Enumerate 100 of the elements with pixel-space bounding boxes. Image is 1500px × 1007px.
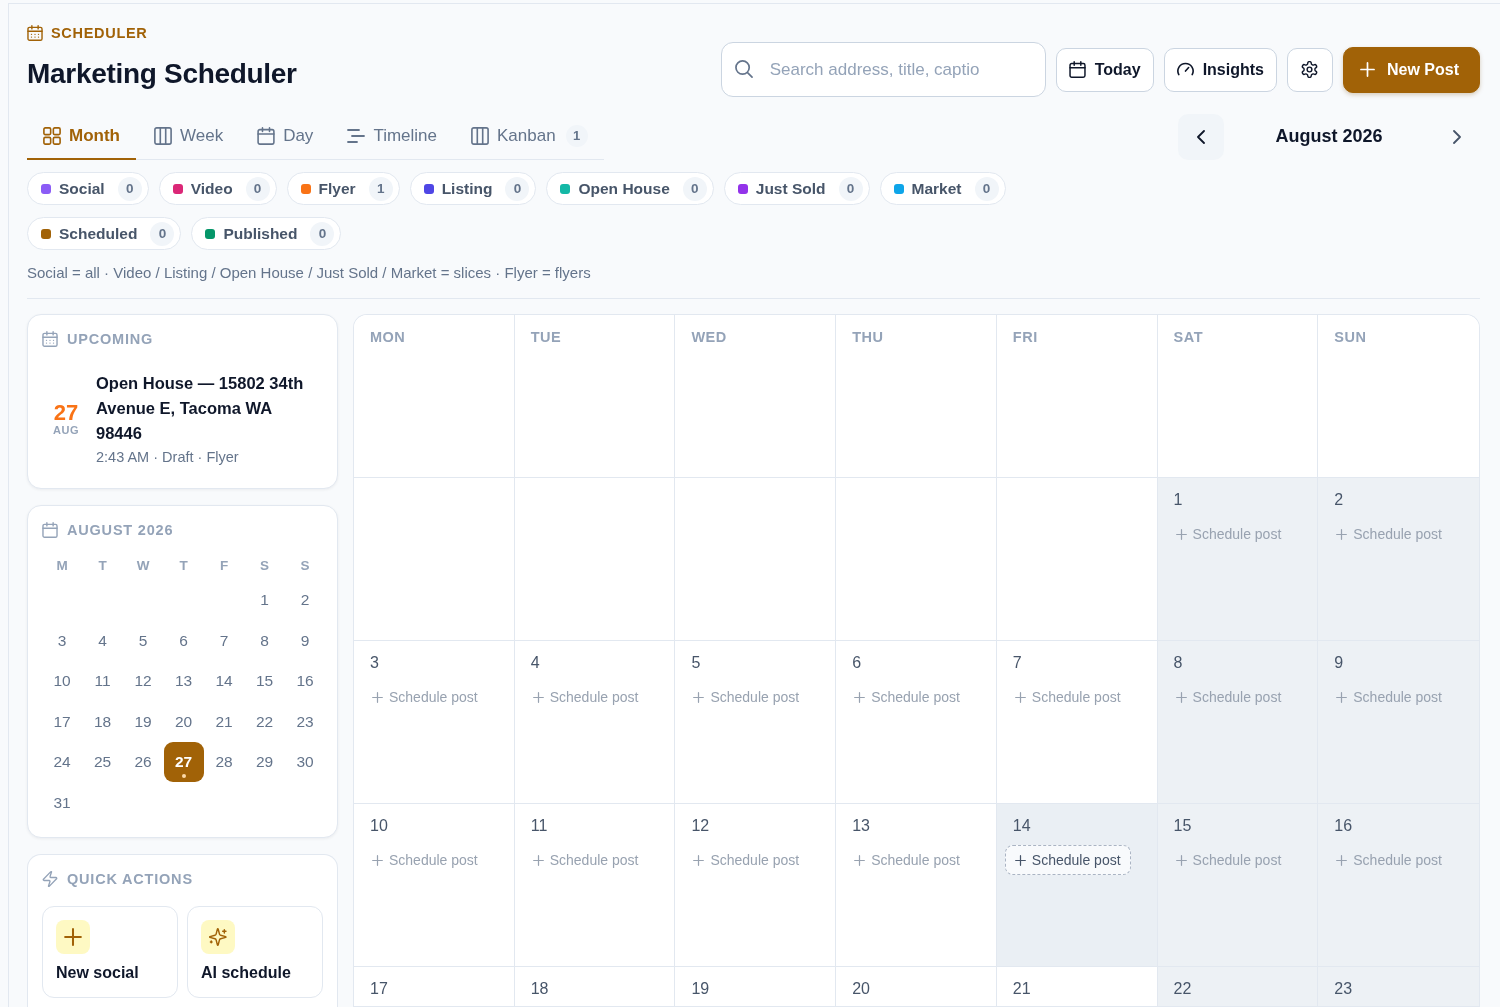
count-badge: 0 <box>974 176 999 201</box>
weekday-letter: T <box>97 557 108 575</box>
calendar-date[interactable]: 22 <box>244 701 285 742</box>
schedule-post-button[interactable]: Schedule post <box>362 845 488 875</box>
filter-chip[interactable]: Open House 0 <box>546 172 714 205</box>
calendar-date[interactable]: 31 <box>42 782 82 823</box>
filter-chip[interactable]: Listing 0 <box>409 172 537 205</box>
card-heading: UPCOMING <box>67 331 154 347</box>
plus-icon <box>693 854 705 866</box>
weekday-label: TUE <box>529 328 562 347</box>
day-number: 23 <box>1333 979 1353 999</box>
schedule-post-button[interactable]: Schedule post <box>844 845 970 875</box>
insights-button[interactable]: Insights <box>1163 47 1277 92</box>
calendar-date[interactable]: 24 <box>42 742 82 782</box>
page-title: Marketing Scheduler <box>27 57 297 91</box>
plus-icon <box>372 854 383 866</box>
calendar-date[interactable]: 23 <box>285 701 325 742</box>
day-number: 9 <box>1333 653 1344 673</box>
calendar-date[interactable]: 5 <box>123 620 163 661</box>
plus-icon <box>1175 854 1187 866</box>
day-number: 1 <box>1172 490 1183 510</box>
schedule-post-button[interactable]: Schedule post <box>522 682 649 712</box>
schedule-post-button[interactable]: Schedule post <box>1004 682 1131 712</box>
day-number: 18 <box>529 979 549 999</box>
calendar-date[interactable]: 3 <box>42 620 82 661</box>
schedule-post-button[interactable]: Schedule post <box>683 682 810 712</box>
calendar-date[interactable]: 14 <box>204 661 244 701</box>
gauge-icon <box>1176 61 1194 78</box>
calendar-date[interactable]: 12 <box>123 661 163 701</box>
plus-icon <box>532 854 544 866</box>
previous-month-button[interactable] <box>1178 113 1224 160</box>
settings-button[interactable] <box>1287 47 1333 92</box>
calendar-date[interactable]: 18 <box>82 701 123 742</box>
count-badge: 0 <box>150 221 175 246</box>
weekday-letter: F <box>218 557 230 575</box>
calendar-date[interactable]: 29 <box>244 742 285 782</box>
weekday-label: SUN <box>1333 328 1367 347</box>
plus-icon <box>1360 62 1375 77</box>
today-button[interactable]: Today <box>1055 47 1154 92</box>
calendar-date[interactable]: 16 <box>285 661 325 701</box>
schedule-post-button[interactable]: Schedule post <box>1004 845 1131 875</box>
schedule-post-button[interactable]: Schedule post <box>683 845 810 875</box>
plus-icon <box>693 691 705 703</box>
quick-action-tile[interactable]: AI schedule <box>187 905 323 998</box>
count-badge: 0 <box>245 176 270 201</box>
filter-chip[interactable]: Published 0 <box>191 217 342 250</box>
calendar-date[interactable]: 19 <box>123 701 163 742</box>
filter-chip[interactable]: Scheduled 0 <box>27 217 182 250</box>
staggered-lines-icon <box>347 126 366 145</box>
date-month: AUG <box>53 424 79 437</box>
calendar-icon <box>42 331 58 347</box>
calendar-date[interactable]: 21 <box>204 701 244 742</box>
schedule-post-button[interactable]: Schedule post <box>844 682 970 712</box>
schedule-post-button[interactable]: Schedule post <box>362 682 488 712</box>
view-tab[interactable]: Kanban 1 <box>455 113 604 160</box>
day-number: 21 <box>1011 979 1031 999</box>
plus-icon <box>372 691 383 703</box>
view-tab[interactable]: Month <box>27 113 136 160</box>
calendar-date[interactable]: 6 <box>163 620 204 661</box>
calendar-date[interactable]: 1 <box>244 580 285 620</box>
day-number: 11 <box>529 816 548 836</box>
post-meta: 2:43 AM · Draft · Flyer <box>96 448 240 467</box>
schedule-post-button[interactable]: Schedule post <box>522 845 649 875</box>
day-number: 6 <box>851 653 862 673</box>
calendar-date[interactable]: 15 <box>244 661 285 701</box>
calendar-icon <box>42 522 58 538</box>
calendar-date[interactable]: 20 <box>163 701 204 742</box>
filter-chip[interactable]: Market 0 <box>879 172 1006 205</box>
post-title[interactable]: Open House — 15802 34th Avenue E, Tacoma WA 98446 <box>96 371 308 446</box>
view-tab[interactable]: Day <box>241 113 330 160</box>
calendar-date[interactable]: 17 <box>42 701 82 742</box>
calendar-date[interactable]: 9 <box>285 620 325 661</box>
columns-icon <box>154 126 172 145</box>
day-number: 3 <box>369 653 379 673</box>
filter-chip[interactable]: Just Sold 0 <box>723 172 870 205</box>
calendar-date[interactable]: 28 <box>204 742 244 782</box>
day-number: 16 <box>1333 816 1353 836</box>
calendar-date[interactable]: 2 <box>285 580 325 620</box>
filter-chip[interactable]: Flyer 1 <box>286 172 400 205</box>
calendar-date[interactable]: 30 <box>285 742 325 782</box>
calendar-date[interactable]: 10 <box>42 661 82 701</box>
filter-chip[interactable]: Video 0 <box>158 172 277 205</box>
filter-chip[interactable]: Social 0 <box>27 172 149 205</box>
view-tab[interactable]: Week <box>138 113 240 160</box>
view-tab[interactable]: Timeline <box>331 113 453 160</box>
calendar-date[interactable]: 8 <box>244 620 285 661</box>
calendar-date[interactable]: 7 <box>204 620 244 661</box>
quick-action-tile[interactable]: New social <box>42 905 178 998</box>
search-field[interactable]: Search address, title, captio <box>720 42 1046 97</box>
calendar-date[interactable]: 27 <box>163 742 204 782</box>
weekday-letter: S <box>299 557 311 575</box>
calendar-date[interactable]: 11 <box>82 661 123 701</box>
calendar-date[interactable]: 26 <box>123 742 163 782</box>
date-day: 27 <box>53 402 79 424</box>
calendar-date[interactable]: 4 <box>82 620 123 661</box>
calendar-date[interactable]: 25 <box>82 742 123 782</box>
weekday-label: SAT <box>1172 328 1203 347</box>
eyebrow-label: SCHEDULER <box>51 25 148 41</box>
new-post-button[interactable]: New Post <box>1343 46 1480 93</box>
calendar-date[interactable]: 13 <box>163 661 204 701</box>
